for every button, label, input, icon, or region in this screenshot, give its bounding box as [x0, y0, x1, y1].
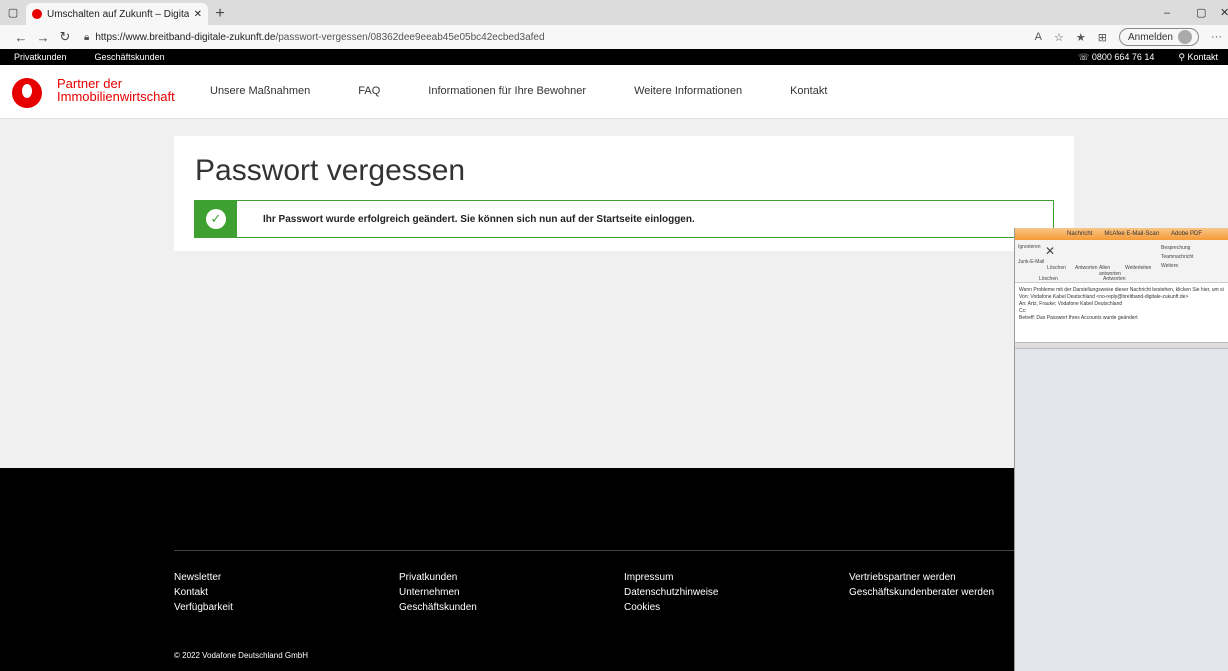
footer-col-3: Impressum Datenschutzhinweise Cookies	[624, 570, 719, 615]
contact-label: Kontakt	[1187, 51, 1218, 62]
brand-line2: Immobilienwirtschaft	[57, 89, 175, 104]
nav-bewohner[interactable]: Informationen für Ihre Bewohner	[428, 85, 586, 97]
success-message: Ihr Passwort wurde erfolgreich geändert.…	[263, 213, 695, 225]
favorite-add-icon[interactable]: ☆	[1054, 31, 1064, 44]
window-menu-icon[interactable]: ▢	[0, 0, 26, 25]
ribbon-tab-adobe[interactable]: Adobe PDF	[1171, 231, 1202, 237]
group-delete-label: Löschen	[1039, 276, 1058, 282]
ribbon-tab-mcafee[interactable]: McAfee E-Mail-Scan	[1104, 231, 1159, 237]
footer-col-1: Newsletter Kontakt Verfügbarkeit	[174, 570, 233, 615]
footer-link[interactable]: Cookies	[624, 600, 719, 615]
footer-link[interactable]: Kontakt	[174, 585, 233, 600]
topbar-geschaeftskunden[interactable]: Geschäftskunden	[81, 52, 179, 62]
from-value: Vodafone Kabel Deutschland <no-reply@bre…	[1030, 294, 1189, 300]
maximize-icon[interactable]: ▢	[1196, 0, 1206, 25]
collections-icon[interactable]: ⊞	[1098, 31, 1107, 44]
footer-link[interactable]: Verfügbarkeit	[174, 600, 233, 615]
read-aloud-icon[interactable]: A	[1035, 31, 1042, 43]
to-value: Artz, Frauke; Vodafone Kabel Deutschland	[1027, 301, 1123, 307]
meeting-button[interactable]: Besprechung	[1161, 245, 1190, 251]
signin-button[interactable]: Anmelden	[1118, 28, 1199, 46]
lock-icon: 🔒︎	[84, 31, 90, 43]
footer-link[interactable]: Geschäftskundenberater werden	[849, 585, 994, 600]
subject-label: Betreff:	[1019, 315, 1036, 321]
site-header: Partner der Immobilienwirtschaft Unsere …	[0, 65, 1228, 119]
nav-faq[interactable]: FAQ	[358, 85, 380, 97]
reply-button[interactable]: Antworten	[1075, 265, 1098, 271]
outlook-message-window: Nachricht McAfee E-Mail-Scan Adobe PDF I…	[1014, 228, 1228, 671]
reload-icon[interactable]: ↻	[54, 29, 76, 45]
tab-title: Umschalten auf Zukunft – Digita	[47, 8, 189, 20]
success-alert: ✓ Ihr Passwort wurde erfolgreich geänder…	[194, 200, 1054, 238]
footer-link[interactable]: Datenschutzhinweise	[624, 585, 719, 600]
topbar-privatkunden[interactable]: Privatkunden	[0, 52, 81, 62]
delete-icon[interactable]: ✕	[1045, 244, 1055, 258]
more-icon[interactable]: ···	[1211, 31, 1222, 43]
topbar-contact[interactable]: ⚲ Kontakt	[1178, 52, 1218, 63]
footer-link[interactable]: Newsletter	[174, 570, 233, 585]
copyright: © 2022 Vodafone Deutschland GmbH	[174, 651, 308, 660]
from-label: Von:	[1019, 294, 1030, 300]
topbar-phone[interactable]: ☏ 0800 664 76 14	[1078, 52, 1154, 63]
vodafone-logo-icon[interactable]	[12, 78, 42, 108]
avatar	[1178, 30, 1192, 44]
more-actions-button[interactable]: Weitere	[1161, 263, 1178, 269]
footer-link[interactable]: Unternehmen	[399, 585, 477, 600]
browser-tab[interactable]: Umschalten auf Zukunft – Digita ✕	[26, 3, 208, 25]
content-card: Passwort vergessen ✓ Ihr Passwort wurde …	[174, 136, 1074, 251]
url-domain: https://www.breitband-digitale-zukunft.d…	[95, 31, 276, 43]
footer-link[interactable]: Privatkunden	[399, 570, 477, 585]
page-title: Passwort vergessen	[195, 154, 466, 187]
subject-value: Das Passwort Ihres Accounts wurde geände…	[1036, 315, 1138, 321]
footer-link[interactable]: Impressum	[624, 570, 719, 585]
close-window-icon[interactable]: ✕	[1220, 0, 1228, 25]
success-check-icon: ✓	[195, 201, 237, 237]
forward-button[interactable]: Weiterleiten	[1125, 265, 1151, 271]
outlook-ribbon: Nachricht McAfee E-Mail-Scan Adobe PDF I…	[1015, 228, 1228, 283]
outlook-ribbon-tabs: Nachricht McAfee E-Mail-Scan Adobe PDF	[1015, 228, 1228, 240]
signin-label: Anmelden	[1127, 31, 1173, 43]
vodafone-favicon-icon	[32, 9, 42, 19]
close-tab-icon[interactable]: ✕	[194, 9, 202, 20]
forward-icon[interactable]: →	[32, 30, 54, 45]
outlook-message-header: Wenn Probleme mit der Darstellungsweise …	[1015, 283, 1228, 343]
address-bar-row: ← → ↻ 🔒︎ https://www.breitband-digitale-…	[0, 25, 1228, 49]
back-icon[interactable]: ←	[10, 30, 32, 45]
new-tab-button[interactable]: +	[208, 3, 232, 25]
footer-divider	[174, 550, 1024, 551]
favorites-icon[interactable]: ★	[1076, 31, 1086, 44]
outlook-info-bar[interactable]: Wenn Probleme mit der Darstellungsweise …	[1019, 287, 1224, 294]
nav-massnahmen[interactable]: Unsere Maßnahmen	[210, 85, 310, 97]
nav-kontakt[interactable]: Kontakt	[790, 85, 827, 97]
footer-link[interactable]: Vertriebspartner werden	[849, 570, 994, 585]
footer-col-4: Vertriebspartner werden Geschäftskundenb…	[849, 570, 994, 600]
phone-icon: ☏	[1078, 51, 1092, 62]
cc-label: Cc:	[1019, 308, 1027, 314]
main-nav: Unsere Maßnahmen FAQ Informationen für I…	[210, 85, 875, 97]
minimize-icon[interactable]: –	[1164, 0, 1170, 25]
ignore-button[interactable]: Ignorieren	[1018, 244, 1041, 250]
ribbon-tab-nachricht[interactable]: Nachricht	[1067, 231, 1092, 237]
site-topbar: Privatkunden Geschäftskunden ☏ 0800 664 …	[0, 49, 1228, 65]
url-field[interactable]: 🔒︎ https://www.breitband-digitale-zukunf…	[84, 32, 545, 43]
footer-link[interactable]: Geschäftskunden	[399, 600, 477, 615]
nav-weitere-informationen[interactable]: Weitere Informationen	[634, 85, 742, 97]
footer-col-2: Privatkunden Unternehmen Geschäftskunden	[399, 570, 477, 615]
browser-tab-bar: ▢ Umschalten auf Zukunft – Digita ✕ +	[0, 0, 1228, 25]
group-reply-label: Antworten	[1103, 276, 1126, 282]
delete-button[interactable]: Löschen	[1047, 265, 1066, 271]
junk-button[interactable]: Junk-E-Mail	[1018, 259, 1044, 265]
phone-number: 0800 664 76 14	[1091, 51, 1155, 62]
to-label: An:	[1019, 301, 1027, 307]
url-path: /passwort-vergessen/08362dee9eeab45e05bc…	[275, 31, 545, 43]
brand-name[interactable]: Partner der Immobilienwirtschaft	[57, 77, 175, 103]
team-message-button[interactable]: Teamnachricht	[1161, 254, 1194, 260]
outlook-ruler	[1015, 343, 1228, 349]
